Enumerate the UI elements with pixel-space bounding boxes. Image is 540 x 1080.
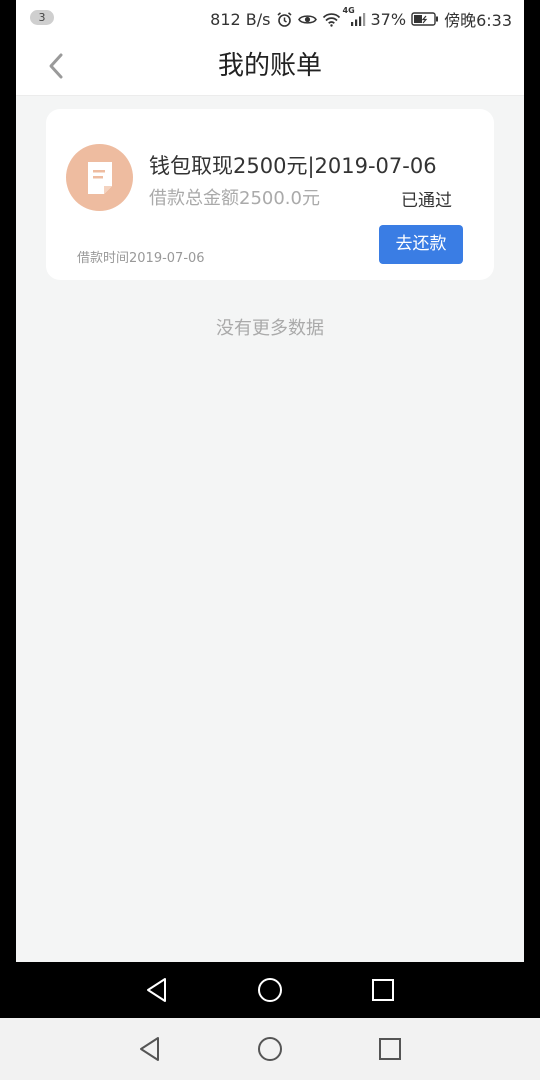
recents-square-icon[interactable]	[363, 970, 403, 1010]
home-circle-icon[interactable]	[250, 1029, 290, 1069]
status-right-group: 812 B/s 4G 37% 傍晚6:33	[210, 6, 512, 31]
bill-status-label: 已通过	[401, 191, 452, 211]
bill-icon-avatar	[66, 144, 133, 211]
recents-square-icon[interactable]	[370, 1029, 410, 1069]
wifi-icon	[322, 12, 341, 27]
network-type: 4G	[342, 5, 355, 15]
page-header: 我的账单	[16, 36, 524, 96]
status-bar: 3 812 B/s 4G 37% 傍晚6:33	[16, 0, 524, 36]
repay-button[interactable]: 去还款	[379, 225, 463, 264]
signal-icon: 4G	[343, 6, 366, 27]
system-nav-bar-dark	[0, 962, 540, 1018]
notification-count-badge: 3	[30, 10, 54, 25]
app-screen: 3 812 B/s 4G 37% 傍晚6:33 我的账单 钱包取现2500元|2…	[16, 0, 524, 962]
alarm-icon	[276, 11, 293, 28]
system-nav-bar-light	[0, 1018, 540, 1080]
no-more-data-text: 没有更多数据	[216, 318, 324, 339]
home-circle-icon[interactable]	[250, 970, 290, 1010]
battery-icon	[411, 12, 439, 26]
loan-time: 借款时间2019-07-06	[77, 251, 205, 266]
document-icon	[87, 161, 112, 194]
bill-card[interactable]: 钱包取现2500元|2019-07-06 借款总金额2500.0元 已通过 借款…	[46, 109, 494, 280]
bill-total-amount: 借款总金额2500.0元	[149, 188, 320, 209]
page-title: 我的账单	[217, 51, 322, 81]
back-triangle-icon[interactable]	[130, 1029, 170, 1069]
status-time: 傍晚6:33	[444, 11, 512, 30]
eye-icon	[297, 12, 317, 27]
back-triangle-icon[interactable]	[137, 970, 177, 1010]
bill-title: 钱包取现2500元|2019-07-06	[149, 154, 437, 178]
battery-percent: 37%	[370, 9, 407, 29]
network-speed: 812 B/s	[210, 9, 271, 29]
